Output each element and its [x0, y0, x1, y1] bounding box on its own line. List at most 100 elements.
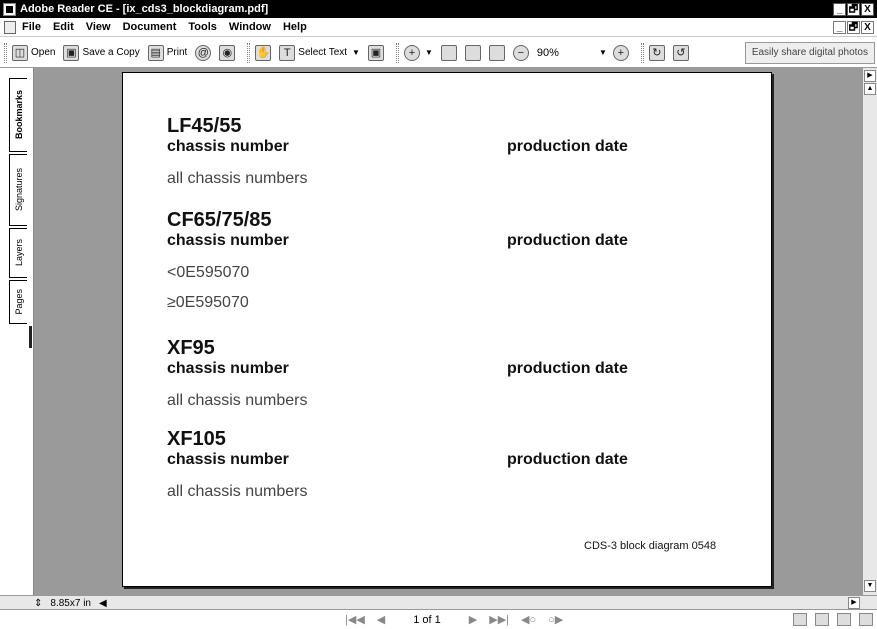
- fit-width-button[interactable]: [488, 44, 505, 61]
- facing-page-icon[interactable]: [859, 613, 873, 626]
- open-folder-icon: ◫: [12, 44, 28, 61]
- chassis-number-header: chassis number: [167, 138, 289, 155]
- previous-view-icon[interactable]: ◀○: [521, 613, 536, 626]
- zoom-in-icon: +: [612, 44, 629, 61]
- tab-layers[interactable]: Layers: [9, 228, 27, 278]
- menu-help[interactable]: Help: [283, 21, 307, 33]
- section-xf95: XF95 chassis number production date all …: [167, 337, 727, 410]
- zoom-out-icon: −: [512, 44, 529, 61]
- toolbar-grip-2[interactable]: [247, 42, 251, 63]
- continuous-facing-icon[interactable]: [837, 613, 851, 626]
- pdf-page: LF45/55 chassis number production date a…: [122, 72, 772, 587]
- menu-document[interactable]: Document: [123, 21, 177, 33]
- printer-icon: ▤: [147, 44, 164, 61]
- page-number[interactable]: 1 of 1: [413, 614, 441, 626]
- resize-arrows-icon: ⇕: [34, 597, 43, 609]
- chevron-right-icon[interactable]: ▶: [864, 70, 876, 82]
- page-layout-buttons: [793, 613, 873, 626]
- model-heading: XF105: [167, 428, 226, 450]
- doc-close-button[interactable]: X: [861, 20, 874, 34]
- single-page-icon[interactable]: [793, 613, 807, 626]
- hand-tool-button[interactable]: ✋: [255, 44, 272, 61]
- fit-page-button[interactable]: [464, 44, 481, 61]
- chassis-number-header: chassis number: [167, 360, 289, 377]
- menu-view[interactable]: View: [86, 21, 111, 33]
- toolbar-grip-4[interactable]: [640, 42, 644, 63]
- save-copy-button[interactable]: ▣ Save a Copy: [63, 44, 140, 61]
- close-button[interactable]: X: [861, 2, 874, 16]
- menu-file[interactable]: File: [22, 21, 41, 33]
- menu-tools[interactable]: Tools: [188, 21, 217, 33]
- vertical-scrollbar[interactable]: ▶ ▲ ▼: [862, 68, 877, 595]
- document-icon[interactable]: [4, 20, 16, 34]
- scroll-right-arrow-icon[interactable]: ▶: [848, 597, 860, 609]
- model-heading: XF95: [167, 337, 215, 359]
- toolbar-grip-3[interactable]: [395, 42, 399, 63]
- restore-button[interactable]: 🗗: [847, 2, 860, 16]
- select-text-button[interactable]: T Select Text ▼: [279, 44, 360, 61]
- model-heading: LF45/55: [167, 115, 242, 137]
- tab-signatures-label: Signatures: [13, 168, 24, 212]
- doc-restore-button[interactable]: 🗗: [847, 20, 860, 34]
- tab-pages[interactable]: Pages: [9, 280, 27, 324]
- select-text-label: Select Text: [298, 47, 348, 58]
- snapshot-button[interactable]: ▣: [367, 44, 384, 61]
- continuous-page-icon[interactable]: [815, 613, 829, 626]
- section-cf65-75-85: CF65/75/85 chassis number production dat…: [167, 209, 727, 312]
- menu-edit[interactable]: Edit: [53, 21, 74, 33]
- doc-minimize-button[interactable]: _: [833, 20, 846, 34]
- rotate-counterclockwise-button[interactable]: ↺: [672, 44, 689, 61]
- email-button[interactable]: @: [195, 44, 212, 61]
- zoom-in-button[interactable]: +: [612, 44, 629, 61]
- production-date-header: production date: [507, 360, 628, 377]
- pane-resize-handle[interactable]: [29, 326, 32, 348]
- toolbar-grip[interactable]: [4, 42, 7, 63]
- open-button[interactable]: ◫ Open: [12, 44, 56, 61]
- first-page-icon[interactable]: |◀◀: [345, 613, 365, 626]
- save-disk-icon: ▣: [63, 44, 80, 61]
- status-bar: |◀◀ ◀ 1 of 1 ▶ ▶▶| ◀○ ○▶: [0, 609, 877, 629]
- promo-banner[interactable]: Easily share digital photos: [744, 42, 875, 64]
- actual-size-button[interactable]: [440, 44, 457, 61]
- chevron-down-icon: ▼: [598, 48, 607, 57]
- zoom-in-tool-button[interactable]: + ▼: [403, 44, 433, 61]
- print-button[interactable]: ▤ Print: [147, 44, 188, 61]
- section-lf45-55: LF45/55 chassis number production date a…: [167, 115, 727, 188]
- minimize-button[interactable]: _: [833, 2, 846, 16]
- chassis-number-header: chassis number: [167, 451, 289, 468]
- search-button[interactable]: ◉: [219, 44, 236, 61]
- previous-page-icon[interactable]: ◀: [377, 613, 385, 626]
- print-label: Print: [166, 47, 188, 58]
- hand-icon: ✋: [255, 44, 272, 61]
- chassis-value: all chassis numbers: [167, 170, 308, 187]
- menu-window[interactable]: Window: [229, 21, 271, 33]
- rotate-clockwise-button[interactable]: ↻: [648, 44, 665, 61]
- menu-bar: File Edit View Document Tools Window Hel…: [0, 18, 877, 37]
- navigation-pane: Bookmarks Signatures Layers Pages: [0, 68, 34, 595]
- section-xf105: XF105 chassis number production date all…: [167, 428, 727, 501]
- zoom-select[interactable]: 90% ▼: [537, 47, 607, 59]
- scroll-up-arrow-icon[interactable]: ▲: [864, 83, 876, 95]
- chevron-down-icon[interactable]: ▼: [352, 48, 360, 57]
- chassis-value: all chassis numbers: [167, 483, 308, 500]
- scroll-left-arrow-icon[interactable]: ◀: [99, 598, 107, 609]
- next-page-icon[interactable]: ▶: [469, 613, 477, 626]
- next-view-icon[interactable]: ○▶: [548, 613, 563, 626]
- chevron-down-icon[interactable]: ▼: [425, 48, 433, 57]
- adobe-reader-icon: [3, 2, 16, 16]
- last-page-icon[interactable]: ▶▶|: [489, 613, 509, 626]
- tab-bookmarks[interactable]: Bookmarks: [9, 78, 27, 152]
- rotate-clockwise-icon: ↻: [648, 44, 665, 61]
- toolbar: ◫ Open ▣ Save a Copy ▤ Print @ ◉ ✋ T Sel…: [0, 38, 877, 68]
- model-heading: CF65/75/85: [167, 209, 272, 231]
- open-label: Open: [31, 47, 56, 58]
- magnifier-icon: +: [403, 44, 420, 61]
- fit-page-icon: [464, 44, 481, 61]
- scroll-down-arrow-icon[interactable]: ▼: [864, 580, 876, 592]
- tab-signatures[interactable]: Signatures: [9, 154, 27, 226]
- horizontal-scrollbar[interactable]: ⇕ 8.85x7 in ◀ ▶: [0, 595, 877, 609]
- chassis-number-header: chassis number: [167, 232, 289, 249]
- production-date-header: production date: [507, 451, 628, 468]
- zoom-out-button[interactable]: −: [512, 44, 529, 61]
- save-copy-label: Save a Copy: [82, 47, 140, 58]
